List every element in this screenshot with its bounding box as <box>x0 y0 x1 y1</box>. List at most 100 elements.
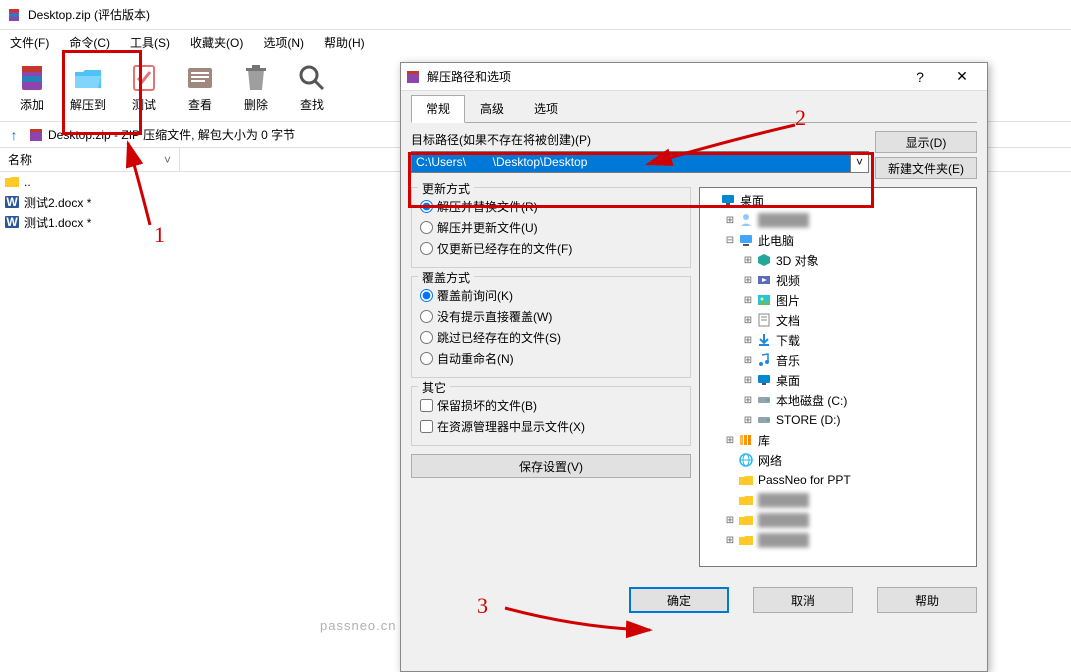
tree-expander[interactable]: ⊞ <box>742 354 754 366</box>
update-mode-group: 更新方式 解压并替换文件(R) 解压并更新文件(U) 仅更新已经存在的文件(F) <box>411 187 691 268</box>
dialog-title: 解压路径和选项 <box>427 68 899 85</box>
menu-command[interactable]: 命令(C) <box>63 32 116 53</box>
radio-ask[interactable] <box>420 289 433 302</box>
tree-expander[interactable]: ⊞ <box>742 394 754 406</box>
overwrite-opt-rename[interactable]: 自动重命名(N) <box>420 348 682 369</box>
ok-button[interactable]: 确定 <box>629 587 729 613</box>
col-name[interactable]: 名称˅ <box>0 148 180 171</box>
find-button[interactable]: 查找 <box>284 58 340 117</box>
radio-existing[interactable] <box>420 242 433 255</box>
radio-rename[interactable] <box>420 352 433 365</box>
tree-label: ██████ <box>756 213 811 227</box>
update-opt-update[interactable]: 解压并更新文件(U) <box>420 217 682 238</box>
tree-expander[interactable] <box>724 454 736 466</box>
tree-expander[interactable]: ⊞ <box>742 294 754 306</box>
tree-node[interactable]: ⊞库 <box>702 430 974 450</box>
tree-node[interactable]: 网络 <box>702 450 974 470</box>
tree-node[interactable]: ⊞██████ <box>702 510 974 530</box>
check-keep-broken[interactable] <box>420 399 433 412</box>
view-label: 查看 <box>188 96 212 113</box>
titlebar: Desktop.zip (评估版本) <box>0 0 1071 30</box>
tab-options[interactable]: 选项 <box>519 95 573 122</box>
tree-node[interactable]: 桌面 <box>702 190 974 210</box>
dialog-icon <box>405 69 421 85</box>
tree-expander[interactable]: ⊞ <box>742 334 754 346</box>
close-button[interactable]: ✕ <box>941 64 983 90</box>
help-dialog-button[interactable]: 帮助 <box>877 587 977 613</box>
tab-advanced[interactable]: 高级 <box>465 95 519 122</box>
up-button[interactable]: ↑ <box>4 125 24 145</box>
radio-update[interactable] <box>420 221 433 234</box>
tree-node[interactable]: ⊞文档 <box>702 310 974 330</box>
delete-button[interactable]: 删除 <box>228 58 284 117</box>
path-label: 目标路径(如果不存在将被创建)(P) <box>411 131 869 148</box>
view-button[interactable]: 查看 <box>172 58 228 117</box>
file-name: 测试2.docx * <box>24 194 91 211</box>
menu-help[interactable]: 帮助(H) <box>318 32 371 53</box>
tree-expander[interactable] <box>706 194 718 206</box>
svg-text:W: W <box>6 215 18 229</box>
tree-expander[interactable]: ⊞ <box>724 514 736 526</box>
menu-options[interactable]: 选项(N) <box>257 32 310 53</box>
tree-label: 视频 <box>774 272 802 289</box>
other-opt-show-explorer[interactable]: 在资源管理器中显示文件(X) <box>420 416 682 437</box>
save-settings-button[interactable]: 保存设置(V) <box>411 454 691 478</box>
check-show-explorer[interactable] <box>420 420 433 433</box>
overwrite-opt-skip[interactable]: 跳过已经存在的文件(S) <box>420 327 682 348</box>
overwrite-opt-silent[interactable]: 没有提示直接覆盖(W) <box>420 306 682 327</box>
tree-expander[interactable]: ⊞ <box>724 434 736 446</box>
tree-node[interactable]: PassNeo for PPT <box>702 470 974 490</box>
overwrite-opt-ask[interactable]: 覆盖前询问(K) <box>420 285 682 306</box>
tree-node[interactable]: ⊞音乐 <box>702 350 974 370</box>
tree-expander[interactable]: ⊞ <box>724 214 736 226</box>
path-dropdown[interactable]: ˅ <box>851 151 869 173</box>
col-name-label: 名称 <box>8 151 32 168</box>
tree-label: ██████ <box>756 533 811 547</box>
tree-node[interactable]: ⊞ ██████ <box>702 530 974 550</box>
other-opt-keep-broken[interactable]: 保留损坏的文件(B) <box>420 395 682 416</box>
dialog-tabs: 常规 高级 选项 <box>411 95 977 123</box>
update-opt-existing[interactable]: 仅更新已经存在的文件(F) <box>420 238 682 259</box>
tree-node[interactable]: ⊞图片 <box>702 290 974 310</box>
tree-expander[interactable]: ⊞ <box>724 534 736 546</box>
tree-label: 3D 对象 <box>774 252 821 269</box>
tree-node[interactable]: ⊞桌面 <box>702 370 974 390</box>
tree-node[interactable]: ⊞ ██████ <box>702 210 974 230</box>
path-input[interactable] <box>411 151 851 173</box>
add-button[interactable]: 添加 <box>4 58 60 117</box>
menu-favorites[interactable]: 收藏夹(O) <box>184 32 249 53</box>
tree-node[interactable]: ⊞下载 <box>702 330 974 350</box>
cancel-button[interactable]: 取消 <box>753 587 853 613</box>
find-icon <box>296 62 328 94</box>
tab-general[interactable]: 常规 <box>411 95 465 123</box>
tree-node[interactable]: ⊞本地磁盘 (C:) <box>702 390 974 410</box>
display-button[interactable]: 显示(D) <box>875 131 977 153</box>
test-button[interactable]: 测试 <box>116 58 172 117</box>
tree-node[interactable]: ⊟此电脑 <box>702 230 974 250</box>
tree-node[interactable]: ⊞ 视频 <box>702 270 974 290</box>
side-buttons: 显示(D) 新建文件夹(E) <box>875 131 977 179</box>
tree-node[interactable]: ⊞ 3D 对象 <box>702 250 974 270</box>
help-button[interactable]: ? <box>899 64 941 90</box>
new-folder-button[interactable]: 新建文件夹(E) <box>875 157 977 179</box>
tree-node[interactable]: ⊞STORE (D:) <box>702 410 974 430</box>
tree-expander[interactable]: ⊟ <box>724 234 736 246</box>
tree-expander[interactable]: ⊞ <box>742 374 754 386</box>
tree-expander[interactable] <box>724 494 736 506</box>
menu-tools[interactable]: 工具(S) <box>124 32 176 53</box>
update-opt-replace[interactable]: 解压并替换文件(R) <box>420 196 682 217</box>
tree-node[interactable]: ██████ <box>702 490 974 510</box>
folder-tree[interactable]: 桌面⊞██████⊟此电脑⊞3D 对象⊞视频⊞图片⊞文档⊞下载⊞音乐⊞桌面⊞本地… <box>699 187 977 567</box>
menu-file[interactable]: 文件(F) <box>4 32 55 53</box>
extract-to-button[interactable]: 解压到 <box>60 58 116 117</box>
tree-expander[interactable]: ⊞ <box>742 274 754 286</box>
radio-replace[interactable] <box>420 200 433 213</box>
tree-expander[interactable]: ⊞ <box>742 254 754 266</box>
tree-expander[interactable]: ⊞ <box>742 314 754 326</box>
folder-icon <box>738 532 754 548</box>
tree-expander[interactable] <box>724 474 736 486</box>
file-name: .. <box>24 175 31 189</box>
tree-expander[interactable]: ⊞ <box>742 414 754 426</box>
radio-silent[interactable] <box>420 310 433 323</box>
radio-skip[interactable] <box>420 331 433 344</box>
